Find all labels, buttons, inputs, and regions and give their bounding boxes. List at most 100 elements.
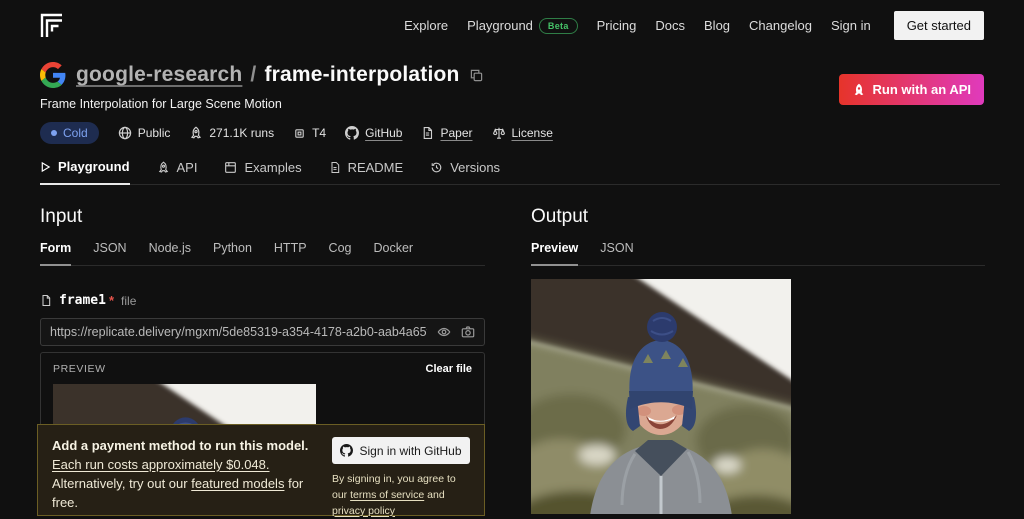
rocket-icon	[157, 161, 170, 174]
input-title: Input	[40, 206, 485, 228]
replicate-logo-icon[interactable]	[40, 13, 63, 38]
model-name: frame-interpolation	[264, 63, 459, 87]
output-panel: Output Preview JSON	[531, 202, 985, 514]
globe-icon	[118, 126, 132, 140]
output-title: Output	[531, 206, 985, 228]
paper-label: Paper	[440, 126, 472, 140]
file-url-box	[40, 318, 485, 346]
get-started-button[interactable]: Get started	[894, 11, 984, 40]
nav-item-playground[interactable]: Playground Beta	[467, 18, 578, 34]
google-logo-icon	[40, 62, 66, 88]
input-tab-form[interactable]: Form	[40, 241, 71, 266]
nav-item-blog[interactable]: Blog	[704, 18, 730, 33]
field-type: file	[121, 294, 136, 308]
nav-label: Changelog	[749, 18, 812, 33]
input-tab-bar: Form JSON Node.js Python HTTP Cog Docker	[40, 241, 485, 266]
eye-icon[interactable]	[437, 325, 451, 339]
frame1-field-label: frame1 * file	[40, 293, 485, 308]
runs-label: 271.1K runs	[209, 126, 274, 140]
status-dot-icon	[51, 130, 57, 136]
required-asterisk: *	[109, 293, 114, 308]
model-tab-bar: Playground API Examples README Versions	[40, 159, 1000, 185]
hardware-label: T4	[312, 126, 326, 140]
privacy-policy-link[interactable]: privacy policy	[332, 505, 395, 517]
nav-label: Explore	[404, 18, 448, 33]
history-icon	[430, 161, 443, 174]
nav-item-sign-in[interactable]: Sign in	[831, 18, 871, 33]
nav-item-changelog[interactable]: Changelog	[749, 18, 812, 33]
run-with-api-button[interactable]: Run with an API	[839, 74, 984, 105]
play-icon	[40, 161, 51, 173]
rocket-icon	[189, 126, 203, 140]
github-icon	[340, 444, 353, 457]
input-tab-docker[interactable]: Docker	[373, 241, 413, 266]
paper-link[interactable]: Paper	[421, 126, 472, 140]
output-tab-preview[interactable]: Preview	[531, 241, 578, 266]
site-header: Explore Playground Beta Pricing Docs Blo…	[0, 0, 1024, 46]
input-tab-http[interactable]: HTTP	[274, 241, 307, 266]
input-tab-python[interactable]: Python	[213, 241, 252, 266]
featured-models-link[interactable]: featured models	[191, 476, 284, 491]
banner-text: Alternatively, try out our	[52, 476, 188, 491]
title-separator: /	[250, 63, 256, 87]
payment-banner-actions: Sign in with GitHub By signing in, you a…	[332, 437, 470, 503]
sign-in-github-button[interactable]: Sign in with GitHub	[332, 437, 470, 464]
terms-text: By signing in, you agree to our terms of…	[332, 472, 470, 519]
payment-banner: Add a payment method to run this model. …	[37, 424, 485, 516]
visibility-label: Public	[138, 126, 171, 140]
tab-versions[interactable]: Versions	[430, 159, 500, 185]
sign-in-github-label: Sign in with GitHub	[359, 444, 461, 458]
github-icon	[345, 126, 359, 140]
tab-label: README	[348, 160, 404, 175]
payment-banner-title: Add a payment method to run this model.	[52, 438, 308, 453]
clear-file-button[interactable]: Clear file	[426, 363, 472, 375]
tab-playground[interactable]: Playground	[40, 159, 130, 185]
tab-readme[interactable]: README	[329, 159, 404, 185]
file-url-input[interactable]	[50, 325, 427, 339]
rocket-icon	[852, 83, 866, 97]
nav-label: Playground	[467, 18, 533, 33]
status-label: Cold	[63, 126, 88, 140]
tab-label: Examples	[244, 160, 301, 175]
nav-item-explore[interactable]: Explore	[404, 18, 448, 33]
output-tab-json[interactable]: JSON	[600, 241, 633, 266]
nav-item-docs[interactable]: Docs	[655, 18, 685, 33]
nav-label: Pricing	[597, 18, 637, 33]
input-tab-cog[interactable]: Cog	[329, 241, 352, 266]
status-badge: Cold	[40, 122, 99, 144]
copy-icon[interactable]	[470, 69, 483, 82]
beta-badge: Beta	[539, 18, 578, 34]
payment-banner-text: Add a payment method to run this model. …	[52, 437, 318, 503]
visibility-badge: Public	[118, 126, 171, 140]
tab-label: Versions	[450, 160, 500, 175]
model-owner-link[interactable]: google-research	[76, 63, 242, 87]
license-link[interactable]: License	[492, 126, 553, 140]
page-title: google-research / frame-interpolation	[76, 63, 460, 87]
input-tab-nodejs[interactable]: Node.js	[149, 241, 191, 266]
file-icon	[40, 294, 52, 307]
github-link[interactable]: GitHub	[345, 126, 402, 140]
chip-icon	[293, 127, 306, 140]
github-label: GitHub	[365, 126, 402, 140]
output-image[interactable]	[531, 279, 791, 514]
camera-icon[interactable]	[461, 325, 475, 339]
examples-icon	[224, 161, 237, 174]
output-tab-bar: Preview JSON	[531, 241, 985, 266]
preview-label: PREVIEW	[53, 363, 106, 375]
tab-label: API	[177, 160, 198, 175]
nav-label: Blog	[704, 18, 730, 33]
input-tab-json[interactable]: JSON	[93, 241, 126, 266]
cost-link[interactable]: Each run costs approximately $0.048.	[52, 457, 270, 472]
tab-examples[interactable]: Examples	[224, 159, 301, 185]
nav-label: Docs	[655, 18, 685, 33]
model-header: google-research / frame-interpolation Fr…	[0, 46, 1024, 144]
nav-label: Sign in	[831, 18, 871, 33]
runs-badge: 271.1K runs	[189, 126, 274, 140]
tab-api[interactable]: API	[157, 159, 198, 185]
header-nav: Explore Playground Beta Pricing Docs Blo…	[404, 11, 984, 40]
nav-item-pricing[interactable]: Pricing	[597, 18, 637, 33]
readme-doc-icon	[329, 161, 341, 174]
field-name: frame1	[59, 293, 106, 308]
preview-header: PREVIEW Clear file	[53, 363, 472, 375]
hardware-badge: T4	[293, 126, 326, 140]
